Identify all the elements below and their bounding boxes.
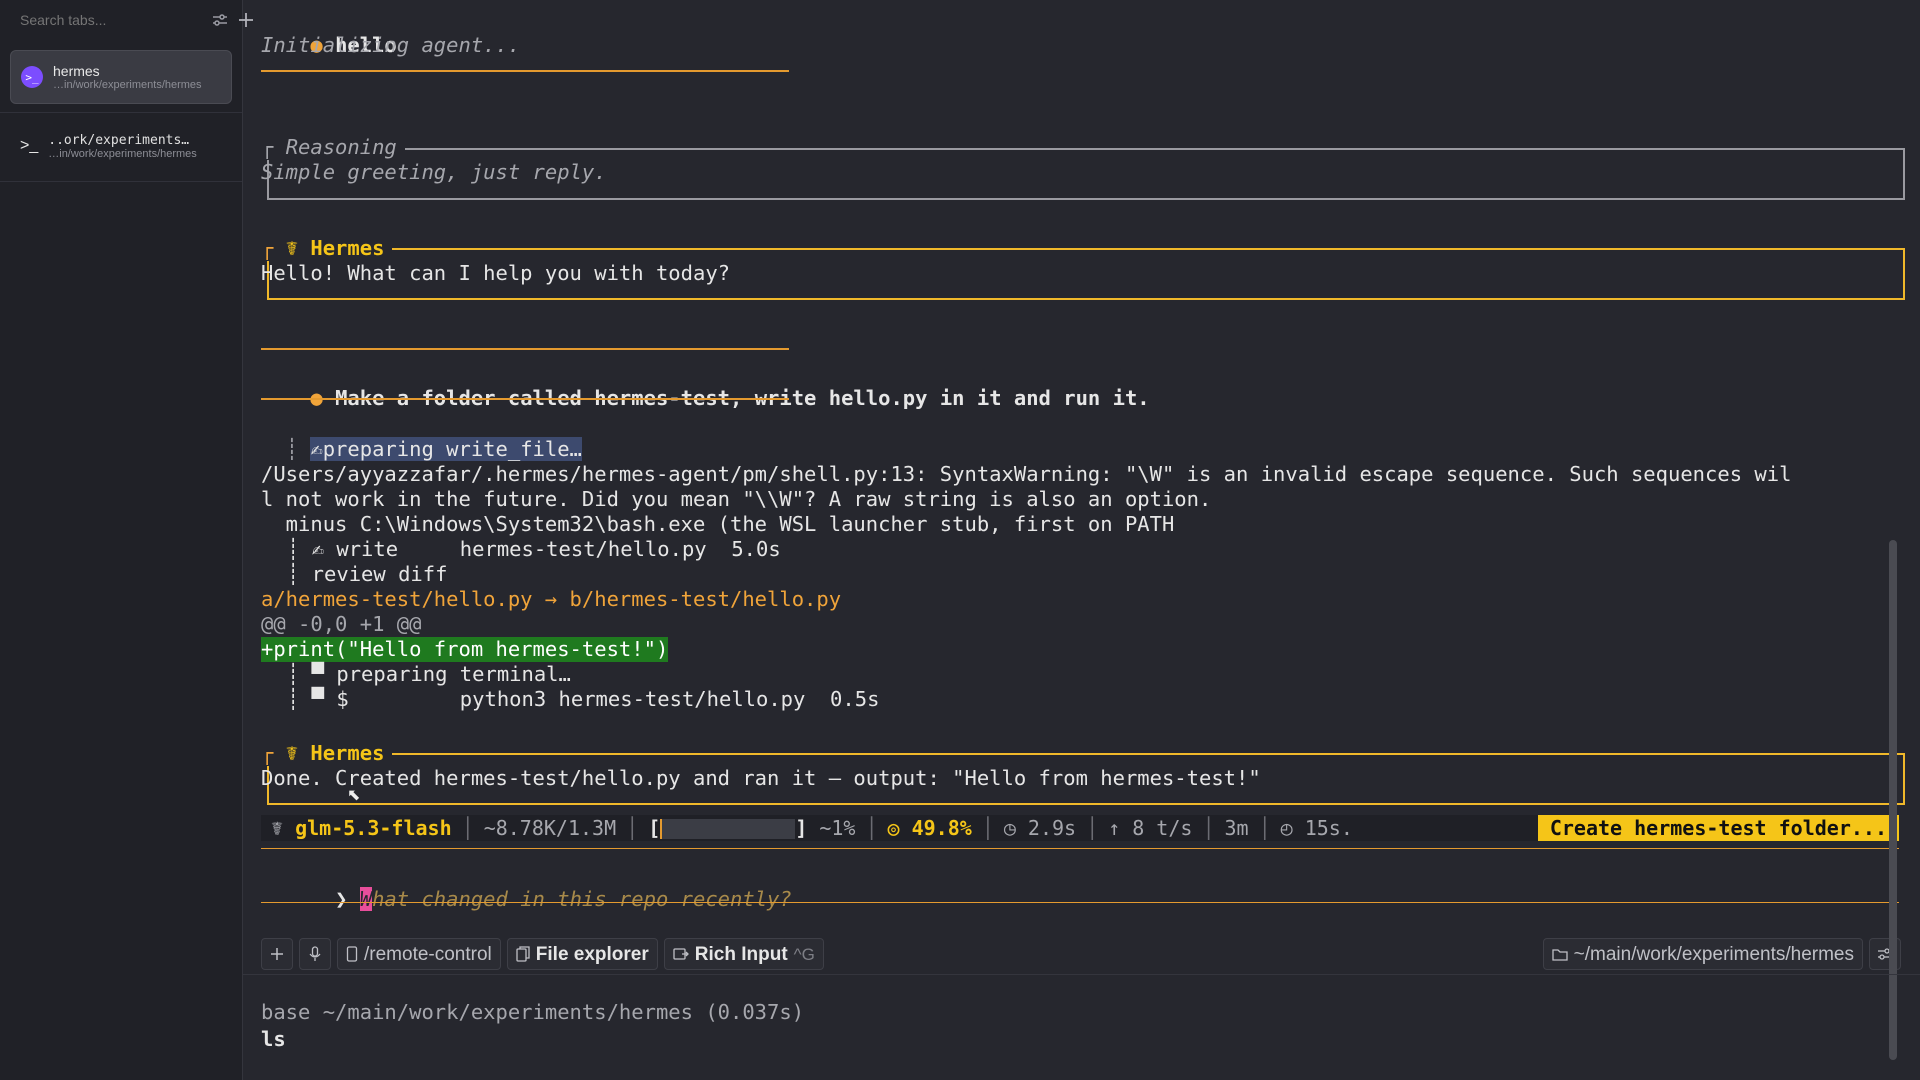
hermes-title: ┌ ☤ Hermes <box>261 741 393 766</box>
mic-button[interactable] <box>299 938 331 970</box>
context-bar <box>660 819 796 839</box>
reasoning-box-top <box>267 148 1905 150</box>
token-count: ~8.78K/1.3M <box>483 815 617 840</box>
tab-sidebar: >_ hermes …in/work/experiments/hermes >_… <box>0 0 253 1080</box>
text-cursor: W <box>359 887 373 911</box>
latency: ◷ 2.9s <box>1003 815 1077 840</box>
rich-input-button[interactable]: Rich Input ^G <box>663 938 824 970</box>
phone-icon <box>346 946 358 962</box>
sidebar-tab-experiments[interactable]: >_ ..ork/experiments… …in/work/experimen… <box>10 121 232 171</box>
rich-input-icon <box>673 948 689 960</box>
tab-search-input[interactable] <box>18 11 203 29</box>
tool-preparing-write: ┊ ✍preparing write_file… <box>285 437 582 461</box>
reasoning-title: ┌ Reasoning <box>261 135 405 160</box>
tool-review-line: ┊ review diff <box>287 562 448 586</box>
divider-line <box>261 398 789 400</box>
prompt-input[interactable]: ❯ What changed in this repo recently? <box>261 862 792 937</box>
tab-path: …in/work/experiments/hermes <box>48 147 197 160</box>
files-icon <box>516 946 530 962</box>
tool-run-line: ┊ ▀ $ python3 hermes-test/hello.py 0.5s <box>287 687 880 711</box>
prompt-placeholder: hat changed in this repo recently? <box>372 887 792 911</box>
elapsed-time: 3m <box>1224 815 1249 840</box>
warning-line: /Users/ayyazzafar/.hermes/hermes-agent/p… <box>261 462 1792 486</box>
hermes-caduceus-icon: ☤ <box>271 815 296 840</box>
model-name[interactable]: ☤ glm-5.3-flash <box>261 816 462 841</box>
hermes-caduceus-icon: ☤ <box>285 741 299 765</box>
hermes-title: ┌ ☤ Hermes <box>261 236 393 261</box>
warning-line: minus C:\Windows\System32\bash.exe (the … <box>261 512 1175 536</box>
hermes-reply-box-top <box>267 753 1905 755</box>
scrollbar[interactable] <box>1889 540 1897 1060</box>
cache-hit: ◎ 49.8% <box>887 815 972 840</box>
divider-line <box>261 348 789 350</box>
section-divider <box>242 974 1920 975</box>
hermes-caduceus-icon: ☤ <box>285 236 299 260</box>
file-explorer-button[interactable]: File explorer <box>506 938 658 970</box>
filter-icon[interactable] <box>211 11 229 29</box>
current-task: Create hermes-test folder... <box>1537 815 1899 841</box>
warning-line: l not work in the future. Did you mean "… <box>261 487 1212 511</box>
tab-path: …in/work/experiments/hermes <box>53 79 202 91</box>
hermes-reply-text: Done. Created hermes-test/hello.py and r… <box>261 766 1261 790</box>
tab-divider <box>0 112 242 113</box>
timer: ◴ 15s. <box>1280 815 1353 840</box>
sidebar-tab-hermes[interactable]: >_ hermes …in/work/experiments/hermes <box>10 50 232 104</box>
prompt-chevron-icon: ❯ <box>335 887 348 911</box>
tab-search-row <box>0 0 253 40</box>
folder-icon <box>1551 949 1568 961</box>
hermes-reply-box-top <box>267 248 1905 250</box>
token-rate: ↑ 8 t/s <box>1108 815 1193 840</box>
plus-icon <box>271 948 283 960</box>
tool-preparing-terminal: ┊ ▀ preparing terminal… <box>287 662 571 686</box>
tab-divider <box>0 181 242 182</box>
shell-command: ls <box>261 1027 286 1051</box>
microphone-icon <box>309 946 321 961</box>
terminal-icon: >_ <box>20 137 39 154</box>
tab-title: ..ork/experiments… <box>48 132 190 148</box>
mouse-cursor-icon: ⬉ <box>347 785 361 804</box>
remote-control-button[interactable]: /remote-control <box>337 938 501 970</box>
init-status: Initializing agent... <box>261 33 521 57</box>
context-meter: [] ~1% <box>648 815 856 840</box>
new-tab-icon[interactable] <box>237 11 255 29</box>
divider-line <box>261 70 789 72</box>
status-bar: ☤ glm-5.3-flash │ ~8.78K/1.3M │ [] ~1% │… <box>261 815 1899 841</box>
divider-line <box>261 848 1899 849</box>
cwd-button[interactable]: ~/main/work/experiments/hermes <box>1542 938 1863 970</box>
tab-title: hermes <box>53 63 100 79</box>
shortcut-hint: ^G <box>793 944 815 964</box>
diff-files: a/hermes-test/hello.py → b/hermes-test/h… <box>261 587 842 611</box>
terminal-icon: >_ <box>21 66 43 88</box>
input-toolbar: /remote-control File explorer Rich Input… <box>261 938 1901 970</box>
reasoning-text: Simple greeting, just reply. <box>261 160 607 184</box>
add-button[interactable] <box>261 938 293 970</box>
shell-prompt: base ~/main/work/experiments/hermes (0.0… <box>261 1000 805 1024</box>
diff-hunk: @@ -0,0 +1 @@ <box>261 612 422 636</box>
divider-line <box>261 902 1899 903</box>
tool-write-line: ┊ ✍ write hermes-test/hello.py 5.0s <box>287 537 781 561</box>
hermes-reply-text: Hello! What can I help you with today? <box>261 261 730 285</box>
terminal-pane[interactable]: ● hello Initializing agent... ┌ Reasonin… <box>261 0 1905 1080</box>
diff-added-line: +print("Hello from hermes-test!") <box>261 637 669 662</box>
